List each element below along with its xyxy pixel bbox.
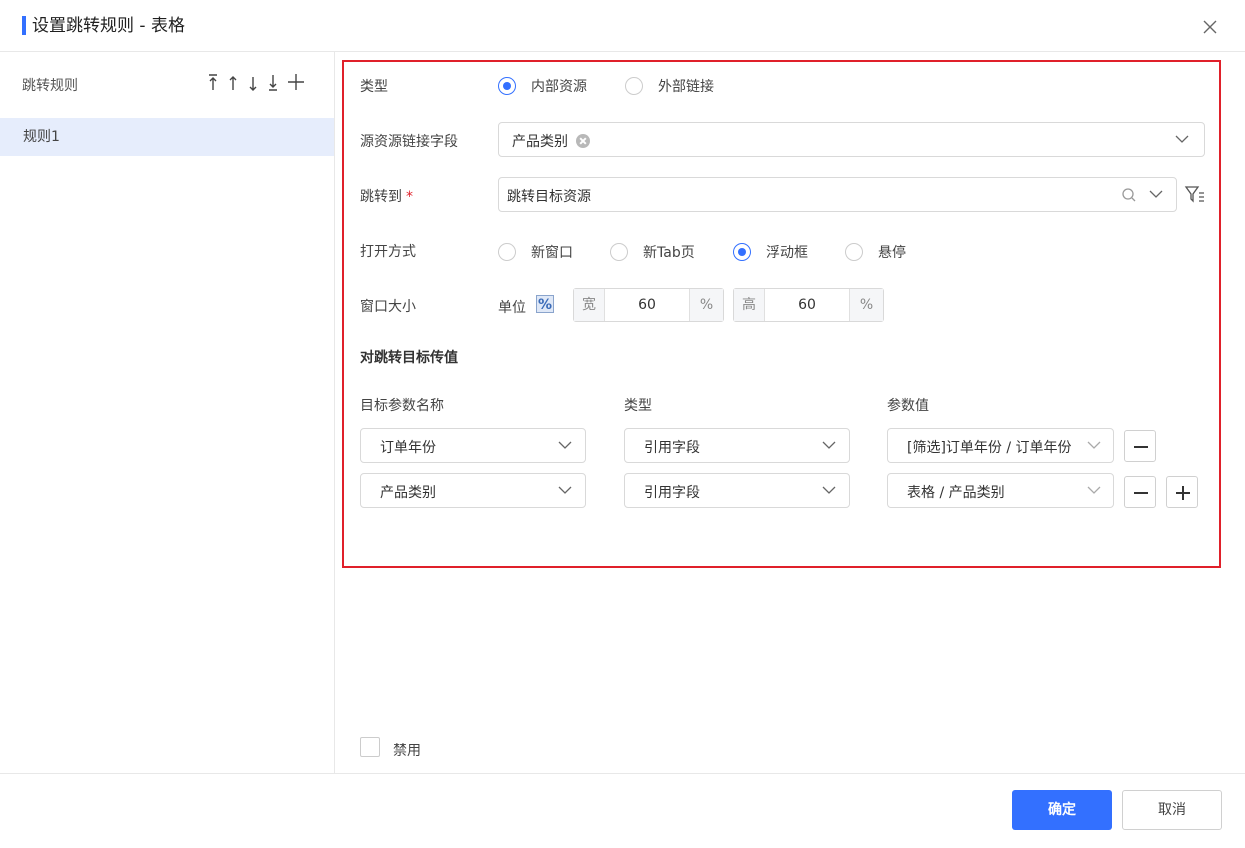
- radio-label: 悬停: [878, 245, 906, 261]
- radio-external-link[interactable]: 外部链接: [625, 76, 714, 96]
- move-to-bottom-icon[interactable]: [266, 72, 280, 92]
- required-mark: *: [406, 189, 413, 205]
- open-mode-label: 打开方式: [360, 244, 416, 260]
- title-accent-bar: [22, 16, 26, 35]
- param-type-value: 引用字段: [644, 485, 700, 501]
- radio-new-window[interactable]: 新窗口: [498, 242, 573, 262]
- height-input-group: 高 %: [733, 288, 884, 322]
- param-value-select[interactable]: [筛选]订单年份 / 订单年份: [887, 428, 1114, 463]
- disable-label: 禁用: [393, 743, 421, 759]
- width-input-group: 宽 %: [573, 288, 724, 322]
- dialog-header: 设置跳转规则 - 表格: [0, 0, 1245, 52]
- param-name-value: 订单年份: [380, 440, 436, 456]
- radio-label: 外部链接: [658, 79, 714, 95]
- plus-icon: [1176, 486, 1190, 500]
- jump-to-label-text: 跳转到: [360, 189, 402, 205]
- rules-sidebar-title: 跳转规则: [22, 78, 78, 94]
- radio-circle: [733, 243, 751, 261]
- type-label: 类型: [360, 79, 388, 95]
- height-suffix: %: [849, 289, 883, 321]
- chevron-down-icon: [1175, 135, 1189, 143]
- param-type-select[interactable]: 引用字段: [624, 473, 850, 508]
- param-name-select[interactable]: 订单年份: [360, 428, 586, 463]
- radio-circle: [610, 243, 628, 261]
- param-value-text: [筛选]订单年份 / 订单年份: [907, 440, 1072, 456]
- add-icon[interactable]: [286, 72, 306, 92]
- jump-rule-dialog: 设置跳转规则 - 表格 跳转规则 规则1 类型 内部资源 外部链接 源资源链接字…: [0, 0, 1245, 848]
- minus-icon: [1134, 446, 1148, 448]
- radio-new-tab[interactable]: 新Tab页: [610, 242, 695, 262]
- param-name-header: 目标参数名称: [360, 398, 444, 414]
- window-size-label: 窗口大小: [360, 299, 416, 315]
- move-to-top-icon[interactable]: [206, 72, 220, 92]
- radio-label: 内部资源: [531, 79, 587, 95]
- cancel-button[interactable]: 取消: [1122, 790, 1222, 830]
- radio-internal-resource[interactable]: 内部资源: [498, 76, 587, 96]
- radio-circle: [498, 243, 516, 261]
- radio-label: 浮动框: [766, 245, 808, 261]
- chevron-down-icon: [558, 441, 572, 449]
- param-value-select[interactable]: 表格 / 产品类别: [887, 473, 1114, 508]
- chevron-down-icon: [1087, 486, 1101, 494]
- width-prefix: 宽: [574, 289, 605, 321]
- param-value-header: 参数值: [887, 398, 929, 414]
- chevron-down-icon: [1087, 441, 1101, 449]
- param-type-select[interactable]: 引用字段: [624, 428, 850, 463]
- jump-target-select[interactable]: 跳转目标资源: [498, 177, 1177, 212]
- radio-label: 新Tab页: [643, 245, 695, 261]
- svg-text:%: %: [538, 297, 552, 313]
- unit-label: 单位: [498, 300, 526, 316]
- selected-tag: 产品类别: [512, 131, 590, 151]
- rules-toolbar: [206, 72, 306, 92]
- radio-circle: [845, 243, 863, 261]
- move-up-icon[interactable]: [226, 72, 240, 92]
- dialog-title: 设置跳转规则 - 表格: [32, 16, 185, 36]
- source-field-select[interactable]: 产品类别: [498, 122, 1205, 157]
- chevron-down-icon: [822, 441, 836, 449]
- param-name-select[interactable]: 产品类别: [360, 473, 586, 508]
- close-button[interactable]: [1200, 17, 1220, 37]
- percent-icon[interactable]: %: [536, 295, 554, 313]
- chevron-down-icon: [1149, 190, 1163, 198]
- filter-icon[interactable]: [1184, 184, 1206, 206]
- remove-row-button[interactable]: [1124, 430, 1156, 462]
- rules-sidebar: 跳转规则 规则1: [0, 52, 335, 774]
- minus-icon: [1134, 492, 1148, 494]
- height-prefix: 高: [734, 289, 765, 321]
- jump-target-value: 跳转目标资源: [507, 189, 591, 205]
- close-icon: [1203, 20, 1217, 34]
- jump-to-label: 跳转到 *: [360, 186, 413, 206]
- move-down-icon[interactable]: [246, 72, 260, 92]
- add-row-button[interactable]: [1166, 476, 1198, 508]
- radio-circle: [625, 77, 643, 95]
- param-type-header: 类型: [624, 398, 652, 414]
- source-field-label: 源资源链接字段: [360, 134, 458, 150]
- height-input[interactable]: [765, 289, 849, 321]
- width-input[interactable]: [605, 289, 689, 321]
- tag-remove-icon[interactable]: [576, 134, 590, 148]
- radio-circle: [498, 77, 516, 95]
- param-name-value: 产品类别: [380, 485, 436, 501]
- tag-label: 产品类别: [512, 134, 568, 150]
- params-section-title: 对跳转目标传值: [360, 350, 458, 366]
- width-suffix: %: [689, 289, 723, 321]
- confirm-button[interactable]: 确定: [1012, 790, 1112, 830]
- search-icon: [1122, 188, 1136, 202]
- chevron-down-icon: [558, 486, 572, 494]
- radio-hover[interactable]: 悬停: [845, 242, 906, 262]
- radio-label: 新窗口: [531, 245, 573, 261]
- disable-checkbox[interactable]: [360, 737, 380, 757]
- param-type-value: 引用字段: [644, 440, 700, 456]
- remove-row-button[interactable]: [1124, 476, 1156, 508]
- radio-floating-box[interactable]: 浮动框: [733, 242, 808, 262]
- param-value-text: 表格 / 产品类别: [907, 485, 1005, 501]
- chevron-down-icon: [822, 486, 836, 494]
- rule-list-item[interactable]: 规则1: [0, 118, 334, 156]
